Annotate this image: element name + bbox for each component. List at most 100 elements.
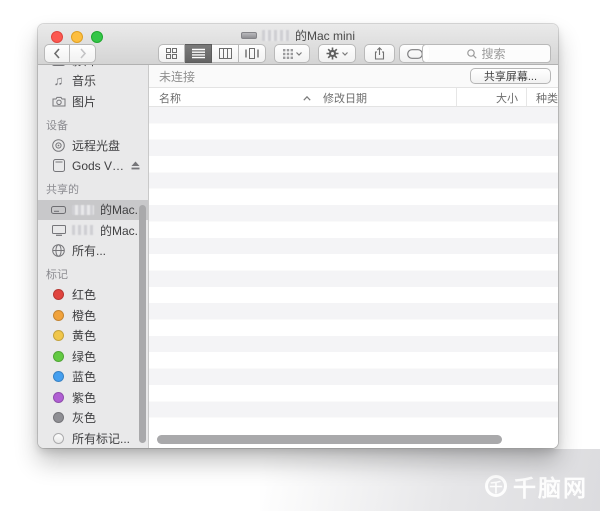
tag-color-icon <box>53 371 64 382</box>
sidebar-section-tags: 标记 <box>38 264 148 285</box>
sidebar-item-tag-green[interactable]: 绿色 <box>38 346 148 367</box>
share-icon <box>374 47 385 60</box>
sidebar-item-label: 所有标记... <box>72 430 130 447</box>
sidebar-item-label: 所有... <box>72 242 106 259</box>
network-globe-icon <box>51 243 66 258</box>
mac-mini-icon <box>51 202 66 217</box>
sidebar-item-remote-disc[interactable]: 远程光盘 <box>38 135 148 156</box>
connection-status-bar: 未连接 共享屏幕... <box>149 65 558 88</box>
redacted-username <box>72 205 94 215</box>
minimize-button[interactable] <box>71 31 83 43</box>
sidebar-item-label: 红色 <box>72 286 96 303</box>
sidebar-item-tag-orange[interactable]: 橙色 <box>38 305 148 326</box>
search-placeholder: 搜索 <box>481 45 505 62</box>
column-header-name[interactable]: 名称 <box>159 90 181 106</box>
tag-color-icon <box>53 310 64 321</box>
music-note-icon: ♫ <box>51 73 66 88</box>
sidebar-item-label: 灰色 <box>72 409 96 426</box>
sidebar-item-label: 远程光盘 <box>72 137 120 154</box>
window-title-text: 的Mac mini <box>295 27 355 44</box>
tag-color-icon <box>53 330 64 341</box>
search-icon <box>467 49 477 59</box>
sidebar-item-label: 图片 <box>72 93 96 110</box>
share-button[interactable] <box>364 44 395 63</box>
gear-icon <box>326 47 339 60</box>
action-menu-button[interactable] <box>318 44 356 63</box>
chevron-left-icon <box>53 48 61 59</box>
tag-color-icon <box>53 289 64 300</box>
sidebar-item-label: 黄色 <box>72 327 96 344</box>
sidebar-item-label: 的Mac... <box>100 201 145 218</box>
sidebar-list: 影片 ♫ 音乐 图片 设备 <box>38 65 148 448</box>
tag-color-icon <box>53 412 64 423</box>
sidebar-item-label: 影片 <box>72 65 96 69</box>
chevron-down-icon <box>296 52 302 56</box>
sidebar-item-music[interactable]: ♫ 音乐 <box>38 71 148 92</box>
sidebar-item-tag-purple[interactable]: 紫色 <box>38 387 148 408</box>
chevron-right-icon <box>79 48 87 59</box>
tag-icon <box>407 49 423 59</box>
zoom-button[interactable] <box>91 31 103 43</box>
coverflow-view-button[interactable] <box>239 44 266 63</box>
disc-icon <box>51 138 66 153</box>
sidebar-item-pictures[interactable]: 图片 <box>38 91 148 112</box>
chevron-down-icon <box>342 52 348 56</box>
column-header-size[interactable]: 大小 <box>456 90 518 106</box>
redacted-username <box>72 225 94 235</box>
column-header-kind[interactable]: 种类 <box>536 90 558 106</box>
sidebar-scrollbar[interactable] <box>139 205 146 443</box>
sidebar-item-label: 橙色 <box>72 307 96 324</box>
finder-window: 的Mac mini <box>38 24 558 448</box>
sidebar-item-tag-blue[interactable]: 蓝色 <box>38 367 148 388</box>
sidebar: 影片 ♫ 音乐 图片 设备 <box>38 65 149 448</box>
redacted-username <box>262 30 290 41</box>
column-view-icon <box>219 48 232 59</box>
column-divider[interactable] <box>526 88 527 106</box>
watermark: 千 千脑网 <box>485 469 588 503</box>
sidebar-item-tag-red[interactable]: 红色 <box>38 285 148 306</box>
tag-color-icon <box>53 392 64 403</box>
sidebar-item-shared-mac-mini[interactable]: 的Mac... <box>38 200 148 221</box>
list-view-button[interactable] <box>185 44 212 63</box>
sidebar-item-tag-gray[interactable]: 灰色 <box>38 408 148 429</box>
window-content: 影片 ♫ 音乐 图片 设备 <box>38 65 558 448</box>
sidebar-section-devices: 设备 <box>38 115 148 136</box>
sidebar-section-shared: 共享的 <box>38 179 148 200</box>
arrange-icon <box>283 49 293 59</box>
window-title: 的Mac mini <box>128 28 468 42</box>
file-browser-pane: 未连接 共享屏幕... 名称 修改日期 大小 种类 <box>149 65 558 448</box>
close-button[interactable] <box>51 31 63 43</box>
display-icon <box>51 223 66 238</box>
mac-mini-icon <box>241 32 257 39</box>
sidebar-item-label: 紫色 <box>72 389 96 406</box>
icon-view-icon <box>166 48 177 59</box>
sidebar-item-shared-all[interactable]: 所有... <box>38 241 148 262</box>
share-screen-button[interactable]: 共享屏幕... <box>470 68 551 84</box>
column-header-row: 名称 修改日期 大小 种类 <box>149 88 558 107</box>
sidebar-item-external-drive[interactable]: Gods VS... <box>38 156 148 177</box>
arrange-menu-button[interactable] <box>274 44 310 63</box>
watermark-text: 千脑网 <box>513 469 588 503</box>
back-button[interactable] <box>44 44 70 63</box>
icon-view-button[interactable] <box>158 44 185 63</box>
tag-color-icon <box>53 351 64 362</box>
all-tags-icon <box>53 433 64 444</box>
sidebar-item-tag-yellow[interactable]: 黄色 <box>38 326 148 347</box>
sidebar-item-shared-mac-2[interactable]: 的Mac... <box>38 220 148 241</box>
forward-button[interactable] <box>70 44 96 63</box>
coverflow-view-icon <box>245 48 259 59</box>
movies-icon <box>51 65 66 68</box>
connection-status: 未连接 <box>159 68 195 85</box>
horizontal-scrollbar-track <box>149 432 558 448</box>
list-view-icon <box>192 48 205 59</box>
eject-icon[interactable] <box>131 159 140 173</box>
sidebar-item-label: Gods VS... <box>72 159 125 173</box>
camera-icon <box>51 94 66 109</box>
horizontal-scrollbar-thumb[interactable] <box>157 435 502 444</box>
sidebar-item-all-tags[interactable]: 所有标记... <box>38 428 148 448</box>
column-header-modified[interactable]: 修改日期 <box>323 90 367 106</box>
traffic-lights <box>51 31 103 43</box>
column-view-button[interactable] <box>212 44 239 63</box>
search-input[interactable]: 搜索 <box>422 44 551 63</box>
sidebar-item-label: 的Mac... <box>100 222 145 239</box>
